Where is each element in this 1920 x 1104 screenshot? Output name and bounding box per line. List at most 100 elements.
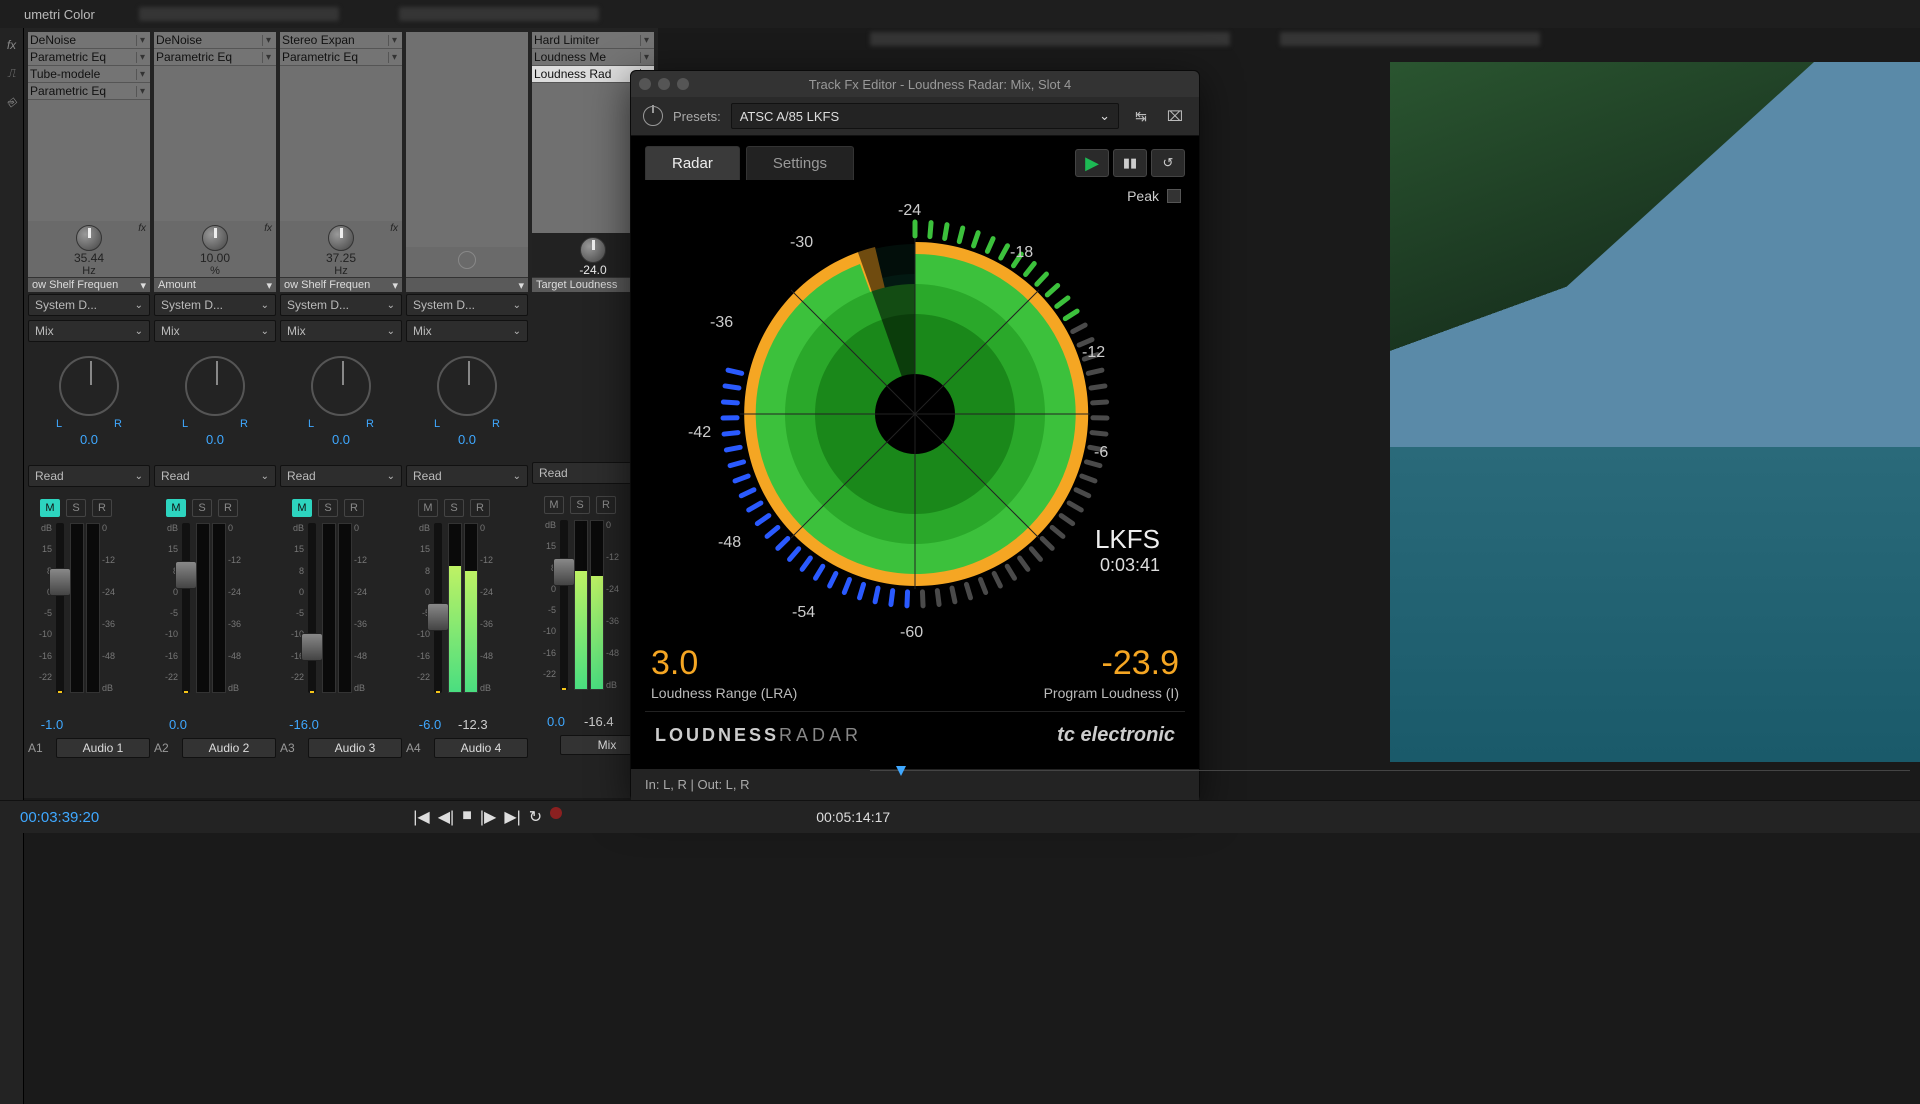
solo-button[interactable]: S: [570, 496, 590, 514]
output-device-dropdown[interactable]: System D...⌄: [406, 294, 528, 316]
fader-db-value[interactable]: 0.0: [158, 717, 198, 732]
step-back-button[interactable]: ◀|: [438, 807, 454, 827]
automation-mode-dropdown[interactable]: Read⌄: [154, 465, 276, 487]
solo-button[interactable]: S: [318, 499, 338, 517]
timeline-ruler[interactable]: [870, 770, 1910, 800]
fader-thumb[interactable]: [553, 558, 575, 586]
param-knob[interactable]: [202, 225, 228, 251]
output-assign-dropdown[interactable]: Mix⌄: [280, 320, 402, 342]
rail-icon[interactable]: ⎆: [7, 95, 17, 110]
record-arm-button[interactable]: R: [218, 499, 238, 517]
window-titlebar[interactable]: Track Fx Editor - Loudness Radar: Mix, S…: [631, 71, 1199, 97]
output-device-dropdown[interactable]: System D...⌄: [280, 294, 402, 316]
fader-track[interactable]: [56, 523, 64, 693]
output-device-dropdown[interactable]: System D...⌄: [154, 294, 276, 316]
mute-button[interactable]: M: [166, 499, 186, 517]
preset-dropdown[interactable]: ATSC A/85 LKFS ⌄: [731, 103, 1119, 129]
chevron-down-icon[interactable]: ▾: [388, 52, 400, 63]
channel-name[interactable]: Audio 3: [308, 738, 402, 758]
fader-thumb[interactable]: [49, 568, 71, 596]
param-name-dropdown[interactable]: ow Shelf Frequen▾: [280, 277, 402, 292]
mute-button[interactable]: M: [418, 499, 438, 517]
chevron-down-icon[interactable]: ▾: [640, 52, 652, 63]
routing-icon[interactable]: ↹: [1129, 106, 1153, 126]
automation-mode-dropdown[interactable]: Read⌄: [280, 465, 402, 487]
automation-mode-dropdown[interactable]: Read⌄: [28, 465, 150, 487]
go-to-out-button[interactable]: ▶|: [504, 807, 520, 827]
fx-icon[interactable]: fx: [138, 223, 146, 234]
output-assign-dropdown[interactable]: Mix⌄: [406, 320, 528, 342]
rail-icon[interactable]: ⎍: [7, 66, 15, 81]
fader-track[interactable]: [560, 520, 568, 690]
go-to-in-button[interactable]: |◀: [413, 807, 429, 827]
param-knob[interactable]: [580, 237, 606, 263]
step-fwd-button[interactable]: |▶: [480, 807, 496, 827]
panel-tab-lumetri[interactable]: umetri Color: [10, 3, 109, 26]
fx-icon[interactable]: fx: [7, 38, 16, 52]
fader-track[interactable]: [182, 523, 190, 693]
pan-knob[interactable]: [59, 356, 119, 416]
fx-slot[interactable]: DeNoise▾: [154, 32, 276, 49]
param-name-dropdown[interactable]: Amount▾: [154, 277, 276, 292]
chevron-down-icon[interactable]: ▾: [136, 69, 148, 80]
close-icon[interactable]: [639, 78, 651, 90]
delete-icon[interactable]: ⌧: [1163, 106, 1187, 126]
mute-button[interactable]: M: [544, 496, 564, 514]
output-assign-dropdown[interactable]: Mix⌄: [154, 320, 276, 342]
stop-button[interactable]: ■: [462, 807, 472, 827]
param-knob[interactable]: [76, 225, 102, 251]
channel-name[interactable]: Audio 4: [434, 738, 528, 758]
record-arm-button[interactable]: R: [344, 499, 364, 517]
chevron-down-icon[interactable]: ▾: [640, 35, 652, 46]
param-knob[interactable]: [328, 225, 354, 251]
program-monitor[interactable]: [1390, 62, 1920, 762]
pan-knob[interactable]: [185, 356, 245, 416]
fader-track[interactable]: [434, 523, 442, 693]
chevron-down-icon[interactable]: ▾: [136, 86, 148, 97]
fx-slot[interactable]: Hard Limiter▾: [532, 32, 654, 49]
fx-slot[interactable]: Parametric Eq▾: [154, 49, 276, 66]
mute-button[interactable]: M: [292, 499, 312, 517]
channel-name[interactable]: Audio 2: [182, 738, 276, 758]
record-button[interactable]: [550, 807, 562, 819]
fx-slot[interactable]: Stereo Expan▾: [280, 32, 402, 49]
chevron-down-icon[interactable]: ▾: [136, 52, 148, 63]
record-arm-button[interactable]: R: [92, 499, 112, 517]
solo-button[interactable]: S: [192, 499, 212, 517]
zoom-icon[interactable]: [677, 78, 689, 90]
fader-thumb[interactable]: [427, 603, 449, 631]
solo-button[interactable]: S: [444, 499, 464, 517]
chevron-down-icon[interactable]: ▾: [136, 35, 148, 46]
tab-radar[interactable]: Radar: [645, 146, 740, 180]
fader-thumb[interactable]: [175, 561, 197, 589]
chevron-down-icon[interactable]: ▾: [262, 35, 274, 46]
timecode-current[interactable]: 00:03:39:20: [20, 809, 99, 826]
reset-button[interactable]: ↺: [1151, 149, 1185, 177]
fx-icon[interactable]: fx: [390, 223, 398, 234]
record-arm-button[interactable]: R: [470, 499, 490, 517]
record-arm-button[interactable]: R: [596, 496, 616, 514]
fx-slot[interactable]: Parametric Eq▾: [280, 49, 402, 66]
play-button[interactable]: ▶: [1075, 149, 1109, 177]
solo-button[interactable]: S: [66, 499, 86, 517]
chevron-down-icon[interactable]: ▾: [388, 35, 400, 46]
fader-db-value[interactable]: -16.0: [284, 717, 324, 732]
pan-knob[interactable]: [437, 356, 497, 416]
tab-settings[interactable]: Settings: [746, 146, 854, 180]
output-assign-dropdown[interactable]: Mix⌄: [28, 320, 150, 342]
param-name-dropdown[interactable]: ow Shelf Frequen▾: [28, 277, 150, 292]
fx-slot[interactable]: Tube-modele▾: [28, 66, 150, 83]
fx-icon[interactable]: fx: [264, 223, 272, 234]
fader-thumb[interactable]: [301, 633, 323, 661]
pause-button[interactable]: ▮▮: [1113, 149, 1147, 177]
fader-db-value[interactable]: 0.0: [536, 714, 576, 729]
minimize-icon[interactable]: [658, 78, 670, 90]
fx-slot[interactable]: Loudness Me▾: [532, 49, 654, 66]
automation-mode-dropdown[interactable]: Read⌄: [406, 465, 528, 487]
fx-slot[interactable]: DeNoise▾: [28, 32, 150, 49]
fader-db-value[interactable]: -1.0: [32, 717, 72, 732]
power-button[interactable]: [643, 106, 663, 126]
fader-track[interactable]: [308, 523, 316, 693]
fader-db-value[interactable]: -6.0: [410, 717, 450, 732]
output-device-dropdown[interactable]: System D...⌄: [28, 294, 150, 316]
